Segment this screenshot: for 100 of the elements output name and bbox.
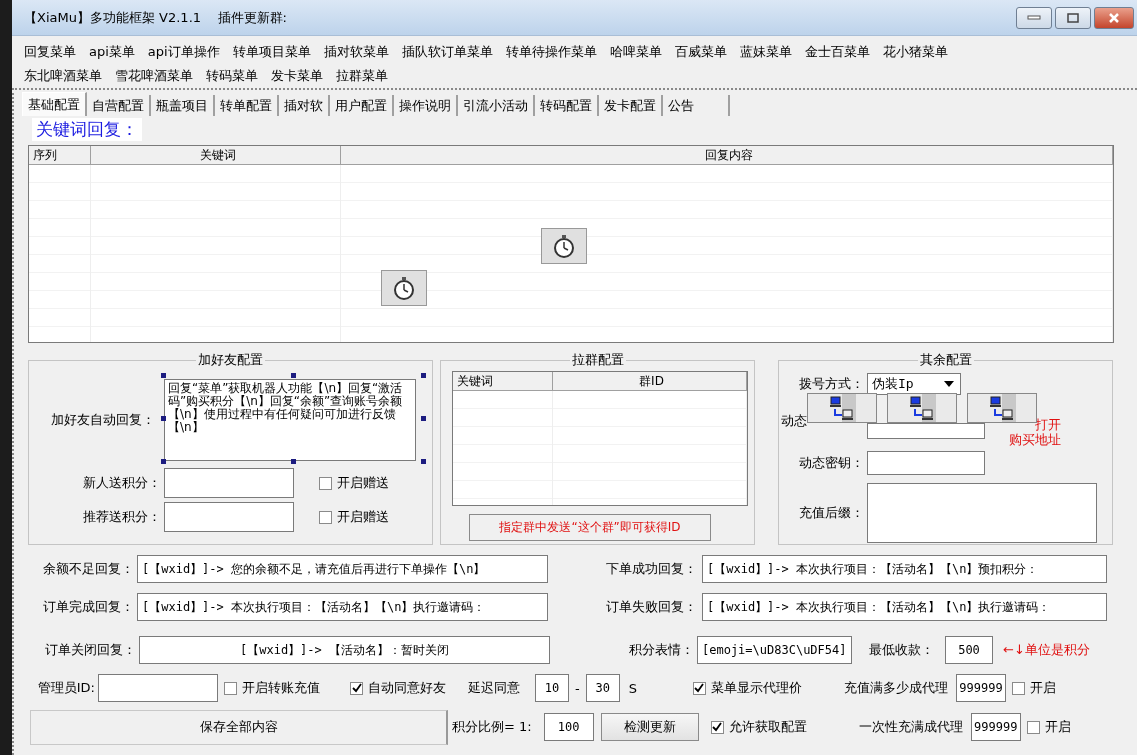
tab[interactable]: 发卡配置 <box>599 95 663 116</box>
hint-button[interactable]: 指定群中发送“这个群”即可获得ID <box>469 514 711 541</box>
tab[interactable]: 转码配置 <box>535 95 599 116</box>
selection-handle[interactable] <box>421 416 426 421</box>
input-field[interactable] <box>867 483 1097 543</box>
selection-handle[interactable] <box>421 373 426 378</box>
checkbox-label[interactable]: 开启 <box>1044 718 1071 736</box>
reply-field[interactable]: [【wxid】]-> 本次执行项目：【活动名】【\n】预扣积分： <box>702 555 1107 583</box>
checkbox-label[interactable]: 开启转账充值 <box>242 679 320 697</box>
computers-icon <box>887 393 957 423</box>
emoji-field[interactable]: [emoji=\uD83C\uDF54] <box>697 636 852 664</box>
menu-item[interactable]: 蓝妹菜单 <box>739 43 792 61</box>
input-field[interactable] <box>164 502 294 532</box>
field-label: 新人送积分： <box>82 474 162 492</box>
menu-item[interactable]: 转单待操作菜单 <box>505 43 597 61</box>
selection-handle[interactable] <box>161 373 166 378</box>
checkbox[interactable] <box>1026 720 1040 734</box>
menu-item[interactable]: 插队软订单菜单 <box>401 43 493 61</box>
column-header: 回复内容 <box>341 146 1113 164</box>
field-label: 动态 <box>781 412 807 430</box>
selection-handle[interactable] <box>161 416 166 421</box>
menu-item[interactable]: 拉群菜单 <box>336 67 388 85</box>
menu-item[interactable]: 转码菜单 <box>206 67 258 85</box>
group-title: 其余配置 <box>918 351 973 369</box>
menu-item[interactable]: api菜单 <box>89 43 135 61</box>
menu-item[interactable]: 花小猪菜单 <box>882 43 948 61</box>
tab[interactable]: 瓶盖项目 <box>151 95 215 116</box>
menu-item[interactable]: 发卡菜单 <box>271 67 323 85</box>
check-update-button[interactable]: 检测更新 <box>600 713 699 741</box>
checkbox-label[interactable]: 允许获取配置 <box>728 718 807 736</box>
dial-dropdown[interactable]: 伪装Ip <box>867 373 961 395</box>
input-field[interactable] <box>867 451 985 475</box>
input-field[interactable] <box>867 423 985 439</box>
menu-item[interactable]: 金士百菜单 <box>804 43 870 61</box>
minimize-icon <box>1027 14 1041 21</box>
maximize-button[interactable] <box>1055 6 1091 29</box>
field-label: 拨号方式： <box>798 375 865 393</box>
menu-item[interactable]: api订单操作 <box>147 43 220 61</box>
caret-icon <box>944 381 954 387</box>
menu-item[interactable]: 回复菜单 <box>24 43 76 61</box>
tab[interactable]: 操作说明 <box>394 95 458 116</box>
menu-item[interactable]: 雪花啤酒菜单 <box>115 67 193 85</box>
checkbox[interactable] <box>350 681 363 695</box>
menu-item[interactable]: 百威菜单 <box>674 43 727 61</box>
tab[interactable]: 用户配置 <box>330 95 394 116</box>
selection-handle[interactable] <box>421 459 426 464</box>
field-label: 一次性充满成代理 <box>858 718 963 736</box>
group-title: 加好友配置 <box>197 351 264 369</box>
tab[interactable]: 基础配置 <box>22 92 87 116</box>
ratio-field[interactable]: 100 <box>543 713 594 741</box>
checkbox-label[interactable]: 菜单显示代理价 <box>710 679 802 697</box>
group-title: 拉群配置 <box>570 351 625 369</box>
menu-item[interactable]: 哈啤菜单 <box>609 43 662 61</box>
tab[interactable]: 转单配置 <box>215 95 279 116</box>
link-text[interactable]: 购买地址 <box>1009 432 1061 447</box>
checkbox-label[interactable]: 开启 <box>1029 679 1056 697</box>
unit-text: S <box>628 680 637 696</box>
save-button[interactable]: 保存全部内容 <box>30 709 448 745</box>
column-header: 关键词 <box>453 372 553 390</box>
input-field[interactable] <box>164 468 294 498</box>
checkbox-label[interactable]: 开启赠送 <box>337 474 389 492</box>
reply-field[interactable]: [【wxid】]-> 本次执行项目：【活动名】【\n】执行邀请码： <box>137 593 548 621</box>
close-button[interactable] <box>1094 6 1134 29</box>
selection-handle[interactable] <box>291 459 296 464</box>
field-label: 订单关闭回复： <box>44 641 137 659</box>
amount-field[interactable]: 999999 <box>970 713 1021 741</box>
menu-item[interactable]: 转单项目菜单 <box>232 43 311 61</box>
checkbox[interactable] <box>319 510 332 524</box>
menu-item[interactable]: 插对软菜单 <box>323 43 389 61</box>
amount-field[interactable]: 999999 <box>955 674 1006 702</box>
tab[interactable]: 插对软 <box>279 95 330 116</box>
section-heading: 关键词回复： <box>32 118 142 141</box>
reply-field[interactable]: [【wxid】]-> 本次执行项目：【活动名】【\n】执行邀请码： <box>702 593 1107 621</box>
checkbox[interactable] <box>319 476 332 490</box>
amount-field[interactable]: 500 <box>945 636 993 664</box>
input-field[interactable] <box>98 674 218 702</box>
menu-item[interactable]: 东北啤酒菜单 <box>24 67 102 85</box>
checkbox[interactable] <box>224 681 237 695</box>
delay-field[interactable]: 10 <box>535 674 569 702</box>
reply-field[interactable]: [【wxid】]-> 您的余额不足，请充值后再进行下单操作【\n】 <box>137 555 548 583</box>
checkbox[interactable] <box>1011 681 1025 695</box>
window-title: 【XiaMu】多功能框架 V2.1.1 插件更新群: <box>24 8 287 27</box>
checkbox[interactable] <box>692 681 706 695</box>
checkbox-label[interactable]: 开启赠送 <box>337 508 389 526</box>
field-label: 订单完成回复： <box>42 598 135 616</box>
reply-field[interactable]: [【wxid】]-> 【活动名】：暂时关闭 <box>139 636 550 664</box>
auto-reply-field[interactable]: 回复“菜单”获取机器人功能【\n】回复“激活码”购买积分【\n】回复“余额”查询账号余额【\n】使用过程中有任何疑问可加进行反馈【\n】 <box>164 379 416 461</box>
field-label: 最低收款： <box>868 641 935 659</box>
checkbox[interactable] <box>710 720 724 734</box>
minimize-button[interactable] <box>1016 6 1052 29</box>
selection-handle[interactable] <box>161 459 166 464</box>
tab[interactable]: 自营配置 <box>87 95 151 116</box>
selection-handle[interactable] <box>291 373 296 378</box>
tab[interactable]: 公告 <box>663 95 730 116</box>
checkbox-label[interactable]: 自动同意好友 <box>368 679 446 697</box>
tab[interactable]: 引流小活动 <box>458 95 535 116</box>
field-label: 动态密钥： <box>798 454 865 472</box>
delay-field[interactable]: 30 <box>585 674 620 702</box>
field-label: 积分比例= 1: <box>452 718 532 736</box>
field-label: 订单失败回复： <box>605 598 698 616</box>
